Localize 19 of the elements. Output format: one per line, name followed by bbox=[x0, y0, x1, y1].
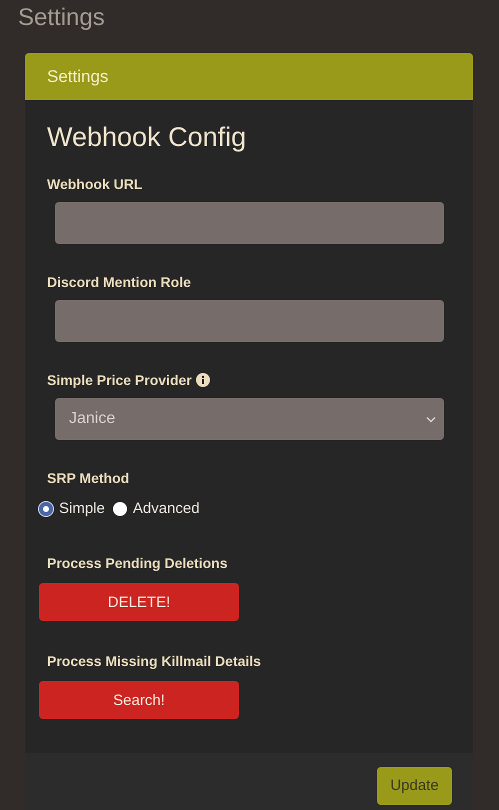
card-header: Settings bbox=[25, 53, 473, 100]
select-field[interactable]: Janice bbox=[55, 398, 444, 440]
radio-option[interactable]: Advanced bbox=[112, 500, 200, 517]
section-heading: Webhook Config bbox=[47, 122, 248, 154]
field-label: Process Pending Deletions bbox=[47, 555, 228, 571]
chevron-icon bbox=[426, 416, 436, 422]
field-label: Webhook URL bbox=[47, 176, 142, 192]
field-label: SRP Method bbox=[47, 470, 130, 486]
radio-option[interactable]: Simple bbox=[39, 500, 105, 517]
field-label: Process Missing Killmail Details bbox=[47, 653, 261, 669]
page-title: Settings bbox=[17, 3, 106, 33]
action-button[interactable]: Search! bbox=[39, 681, 239, 719]
info-icon[interactable] bbox=[196, 373, 210, 387]
text-field[interactable] bbox=[55, 300, 444, 342]
field-label: Simple Price Provider bbox=[47, 372, 192, 388]
field-label: Discord Mention Role bbox=[47, 274, 191, 290]
text-field[interactable] bbox=[55, 202, 444, 244]
action-button[interactable]: DELETE! bbox=[39, 583, 239, 621]
update-button[interactable]: Update bbox=[377, 766, 452, 804]
